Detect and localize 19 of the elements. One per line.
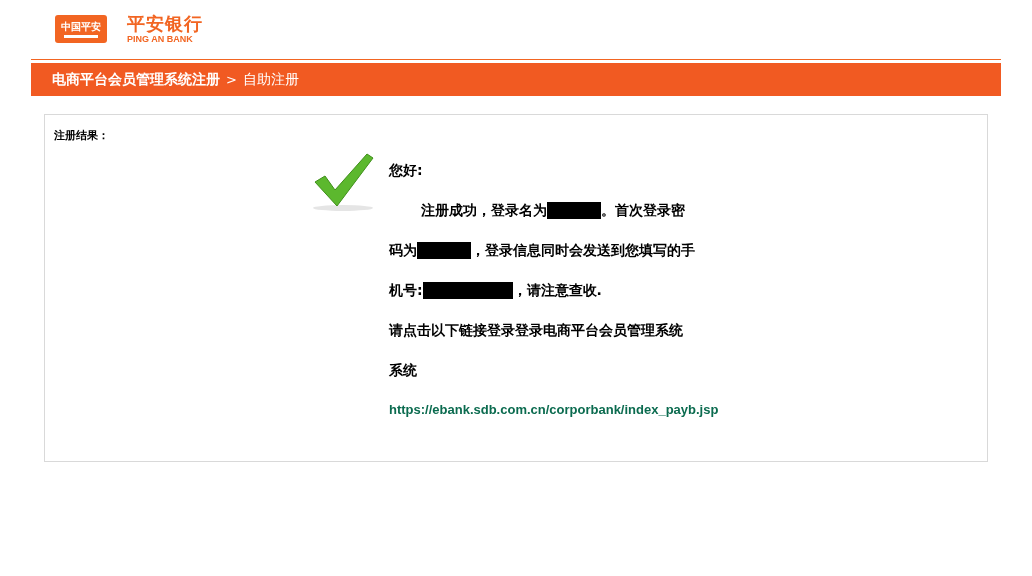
bank-logo-english: PING AN BANK [127, 33, 193, 45]
section-label: 注册结果： [54, 129, 109, 142]
message-text: 。首次登录密 [601, 201, 685, 220]
message-text: 请点击以下链接登录登录电商平台会员管理系统 [389, 321, 683, 340]
page-title: 电商平台会员管理系统注册 [52, 70, 220, 89]
logo-badge-text: 中国平安 [61, 20, 101, 33]
breadcrumb-separator: > [226, 70, 237, 89]
bank-logo-name: 平安银行 [127, 13, 203, 34]
message-text: 注册成功，登录名为 [421, 201, 547, 220]
redaction-bar [417, 241, 471, 259]
login-link[interactable]: https://ebank.sdb.com.cn/corporbank/index_payb.jsp [389, 400, 719, 420]
redaction-bar [547, 201, 601, 219]
message-text: ，登录信息同时会发送到您填写的手 [471, 241, 695, 260]
message-text: 系统 [389, 361, 417, 380]
breadcrumb-current: 自助注册 [242, 70, 299, 89]
message-text: 码为 [389, 241, 417, 260]
message-text: 机号: [389, 281, 423, 300]
greeting-text: 您好: [389, 161, 424, 180]
message-text: ，请注意查收. [512, 281, 602, 300]
